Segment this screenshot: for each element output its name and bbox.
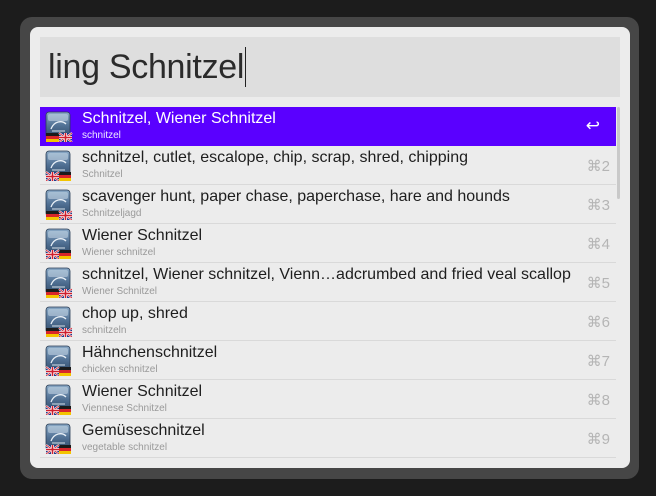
- lingo-dictionary-icon: [45, 150, 71, 181]
- result-row[interactable]: Gemüseschnitzel vegetable schnitzel ⌘9: [40, 419, 616, 458]
- result-subtitle: vegetable schnitzel: [82, 442, 168, 453]
- result-subtitle: Viennese Schnitzel: [82, 403, 167, 414]
- lingo-dictionary-icon: [45, 267, 73, 298]
- result-subtitle: Schnitzeljagd: [82, 208, 142, 219]
- result-title: Hähnchenschnitzel: [82, 344, 218, 361]
- result-row[interactable]: Hähnchenschnitzel chicken schnitzel ⌘7: [40, 341, 616, 380]
- result-shortcut: ⌘7: [586, 353, 610, 370]
- result-shortcut: ⌘2: [586, 158, 610, 175]
- result-row[interactable]: schnitzel, cutlet, escalope, chip, scrap…: [40, 146, 616, 185]
- lingo-dictionary-icon: [45, 345, 71, 376]
- search-query-text: ling Schnitzel: [48, 47, 245, 86]
- result-subtitle: chicken schnitzel: [82, 364, 158, 375]
- result-title: Wiener Schnitzel: [82, 383, 203, 400]
- result-subtitle: Schnitzel: [82, 169, 123, 180]
- result-title: Gemüseschnitzel: [82, 422, 205, 439]
- result-shortcut: ⌘5: [586, 275, 610, 292]
- result-title: scavenger hunt, paper chase, paperchase,…: [82, 188, 510, 205]
- lingo-dictionary-icon: [45, 306, 73, 337]
- lingo-dictionary-icon: [45, 384, 71, 415]
- result-row[interactable]: scavenger hunt, paper chase, paperchase,…: [40, 185, 616, 224]
- result-title: Wiener Schnitzel: [82, 227, 203, 244]
- result-shortcut: ⌘9: [586, 431, 610, 448]
- result-row[interactable]: chop up, shred schnitzeln ⌘6: [40, 302, 616, 341]
- result-subtitle: schnitzel: [82, 130, 121, 141]
- results-scrollbar[interactable]: [617, 107, 620, 199]
- lingo-dictionary-icon: [45, 111, 73, 142]
- search-input[interactable]: ling Schnitzel: [40, 37, 620, 97]
- lingo-dictionary-icon: [45, 189, 73, 220]
- result-shortcut: ↩: [585, 116, 600, 135]
- result-shortcut: ⌘6: [586, 314, 610, 331]
- result-row[interactable]: schnitzel, Wiener schnitzel, Vienn…adcru…: [40, 263, 616, 302]
- result-shortcut: ⌘3: [586, 197, 610, 214]
- result-subtitle: Wiener Schnitzel: [82, 286, 158, 297]
- result-shortcut: ⌘4: [586, 236, 610, 253]
- results-list: Schnitzel, Wiener Schnitzel schnitzel ↩ …: [40, 107, 616, 468]
- result-title: chop up, shred: [82, 305, 188, 322]
- lingo-dictionary-icon: [45, 228, 71, 259]
- result-title: Schnitzel, Wiener Schnitzel: [82, 110, 276, 127]
- result-row[interactable]: Schnitzel, Wiener Schnitzel schnitzel ↩: [40, 107, 616, 146]
- lingo-dictionary-icon: [45, 423, 71, 454]
- result-row[interactable]: Wiener Schnitzel Wiener schnitzel ⌘4: [40, 224, 616, 263]
- text-caret: [245, 47, 247, 87]
- result-title: schnitzel, cutlet, escalope, chip, scrap…: [82, 149, 468, 166]
- result-title: schnitzel, Wiener schnitzel, Vienn…adcru…: [82, 266, 571, 283]
- result-subtitle: schnitzeln: [82, 325, 127, 336]
- result-row[interactable]: Wiener Schnitzel Viennese Schnitzel ⌘8: [40, 380, 616, 419]
- result-subtitle: Wiener schnitzel: [82, 247, 156, 258]
- result-shortcut: ⌘8: [586, 392, 610, 409]
